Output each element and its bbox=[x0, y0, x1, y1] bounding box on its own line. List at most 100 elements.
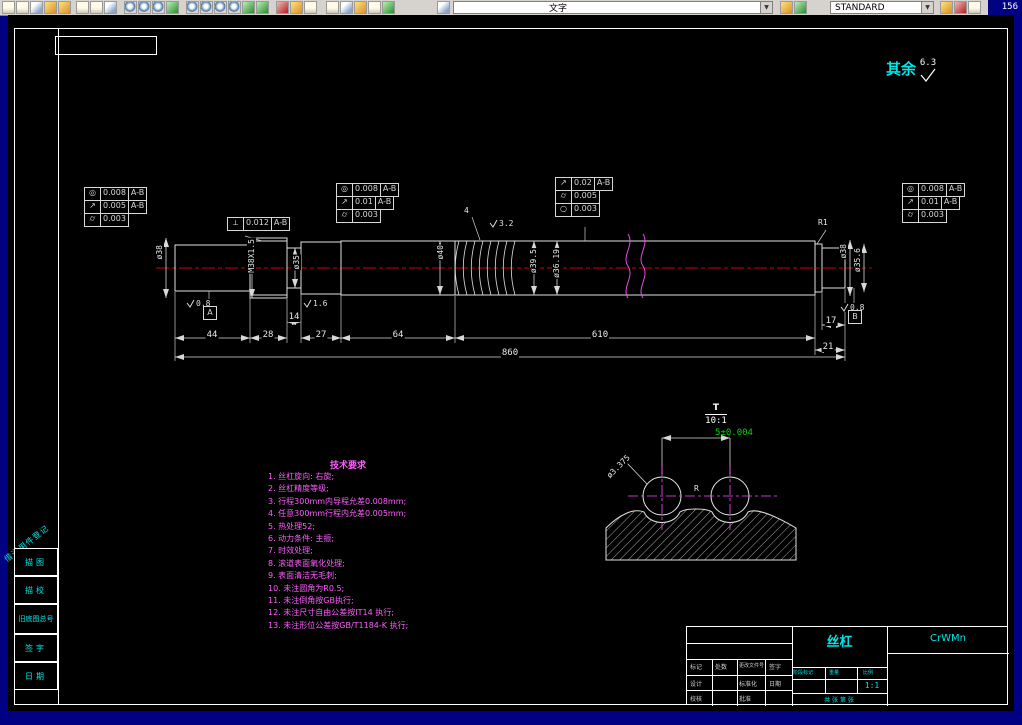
stage-label: 阶段标记 bbox=[793, 670, 814, 676]
plot-settings-icon[interactable] bbox=[30, 1, 43, 14]
note-line: 6. 动力条件: 主振; bbox=[268, 534, 335, 544]
toolbar: 文字 ▼ STANDARD ▼ bbox=[0, 0, 988, 16]
zoom-window-icon[interactable] bbox=[186, 1, 199, 14]
calculator-icon[interactable] bbox=[968, 1, 981, 14]
dia-label-right-end: ø35.6 bbox=[853, 247, 862, 274]
toolbar-group-file bbox=[2, 1, 71, 14]
material: CrWMn bbox=[930, 633, 966, 644]
dim-28: 28 bbox=[261, 330, 275, 340]
redo-icon[interactable] bbox=[58, 1, 71, 14]
default-roughness-note: 其余 6.3 bbox=[886, 58, 937, 83]
layers-icon[interactable] bbox=[242, 1, 255, 14]
gdt-datum: A-B bbox=[945, 183, 966, 197]
toolbar-group-text bbox=[437, 1, 450, 14]
zoom-previous-icon[interactable] bbox=[152, 1, 165, 14]
date-label: 日期 bbox=[769, 681, 782, 688]
note-line: 1. 丝杠旋向: 右旋; bbox=[268, 472, 335, 481]
pan-icon[interactable] bbox=[124, 1, 137, 14]
gdt-symbol: ◎ bbox=[336, 183, 353, 197]
sheet-info: 共 张 第 张 bbox=[793, 695, 885, 704]
gdt-datum: A-B bbox=[127, 187, 148, 201]
dia-label-thread: M38X1.5 bbox=[247, 238, 256, 274]
cut-icon[interactable] bbox=[76, 1, 89, 14]
technical-notes: 技术要求 1. 丝杠旋向: 右旋; 2. 丝杠精度等级; 3. 行程300mm内… bbox=[268, 458, 458, 632]
print-icon[interactable] bbox=[2, 1, 15, 14]
gdt-value: 0.003 bbox=[100, 213, 129, 227]
linetype-icon[interactable] bbox=[290, 1, 303, 14]
note-line: 4. 任意300mm行程内允差0.005mm; bbox=[268, 509, 407, 519]
approve-label: 批准 bbox=[739, 696, 752, 703]
gdt-value: 0.01 bbox=[918, 196, 942, 210]
part-name: 丝杠 bbox=[826, 635, 853, 650]
toolbar-group-insert bbox=[326, 1, 395, 14]
notes-title: 技术要求 bbox=[329, 461, 366, 471]
table-icon[interactable] bbox=[304, 1, 317, 14]
dim-update-icon[interactable] bbox=[794, 1, 807, 14]
check-label: 校核 bbox=[690, 696, 703, 703]
roughness-check-icon bbox=[489, 219, 498, 228]
title-block: 丝杠 CrWMn 阶段标记 重量 比例 1:1 共 张 第 张 标记 处数 更改… bbox=[686, 626, 1009, 706]
block-icon[interactable] bbox=[340, 1, 353, 14]
toolbar-group-lock bbox=[780, 1, 807, 14]
line bbox=[792, 667, 887, 668]
line bbox=[687, 643, 792, 644]
signature-box: 签字 bbox=[14, 634, 58, 662]
dia-label-right-outer: ø38 bbox=[839, 243, 848, 260]
note-line: 2. 丝杠精度等级; bbox=[268, 484, 329, 494]
toolbar-group-format bbox=[276, 1, 317, 14]
line bbox=[687, 659, 792, 660]
gdt-symbol: ◎ bbox=[902, 183, 919, 197]
roughness-value: 3.2 bbox=[499, 219, 514, 228]
dim-44: 44 bbox=[205, 330, 219, 340]
zoom-extents-icon[interactable] bbox=[228, 1, 241, 14]
zoom-out-icon[interactable] bbox=[214, 1, 227, 14]
sheet-icon[interactable] bbox=[368, 1, 381, 14]
text-style-combo[interactable]: 文字 ▼ bbox=[453, 1, 773, 14]
date-box: 日期 bbox=[14, 662, 58, 690]
gdt-symbol: ◎ bbox=[84, 187, 101, 201]
pen-settings-icon[interactable] bbox=[940, 1, 953, 14]
roughness-check-icon bbox=[920, 68, 936, 82]
default-roughness-value: 6.3 bbox=[919, 58, 937, 68]
zoom-in-icon[interactable] bbox=[200, 1, 213, 14]
tracing-box: 描图 bbox=[14, 548, 58, 576]
sheet-no-label: 第 张 bbox=[839, 697, 854, 704]
chevron-down-icon[interactable]: ▼ bbox=[760, 2, 772, 13]
paste-icon[interactable] bbox=[104, 1, 117, 14]
lock-icon[interactable] bbox=[780, 1, 793, 14]
dim-610: 610 bbox=[590, 330, 610, 340]
line bbox=[737, 659, 738, 706]
gdt-datum: A-B bbox=[940, 196, 961, 210]
shaft-drawing bbox=[156, 216, 872, 361]
color-control-icon[interactable] bbox=[276, 1, 289, 14]
layer-properties-icon[interactable] bbox=[256, 1, 269, 14]
zoom-realtime-icon[interactable] bbox=[138, 1, 151, 14]
gdt-frame-right: ◎ 0.008 A-B ↗ 0.01 A-B ⌭ 0.003 bbox=[902, 183, 966, 223]
image-attach-icon[interactable] bbox=[326, 1, 339, 14]
dim-64: 64 bbox=[391, 330, 405, 340]
line bbox=[687, 690, 792, 691]
detail-radius-label: R bbox=[694, 484, 699, 493]
line bbox=[687, 675, 792, 676]
dim-style-combo[interactable]: STANDARD ▼ bbox=[830, 1, 934, 14]
note-line: 8. 滚道表面氧化处理; bbox=[268, 558, 345, 568]
gdt-datum: A-B bbox=[127, 200, 148, 214]
standards-check-icon[interactable] bbox=[954, 1, 967, 14]
note-line: 7. 时效处理; bbox=[268, 546, 313, 556]
text-style-icon[interactable] bbox=[437, 1, 450, 14]
gdt-value: 0.008 bbox=[918, 183, 947, 197]
line bbox=[792, 693, 887, 694]
chevron-down-icon[interactable]: ▼ bbox=[921, 2, 933, 13]
regen-icon[interactable] bbox=[166, 1, 179, 14]
toolbar-group-edit bbox=[76, 1, 117, 14]
scale-value: 1:1 bbox=[864, 681, 880, 690]
dia-label-neck: ø35 bbox=[292, 254, 301, 271]
grid-icon[interactable] bbox=[382, 1, 395, 14]
undo-icon[interactable] bbox=[44, 1, 57, 14]
gdt-value: 0.008 bbox=[352, 183, 381, 197]
hatch-icon[interactable] bbox=[354, 1, 367, 14]
roughness-3-2: 3.2 bbox=[489, 219, 514, 228]
copy-icon[interactable] bbox=[90, 1, 103, 14]
print-preview-icon[interactable] bbox=[16, 1, 29, 14]
gdt-datum: A-B bbox=[593, 177, 614, 191]
